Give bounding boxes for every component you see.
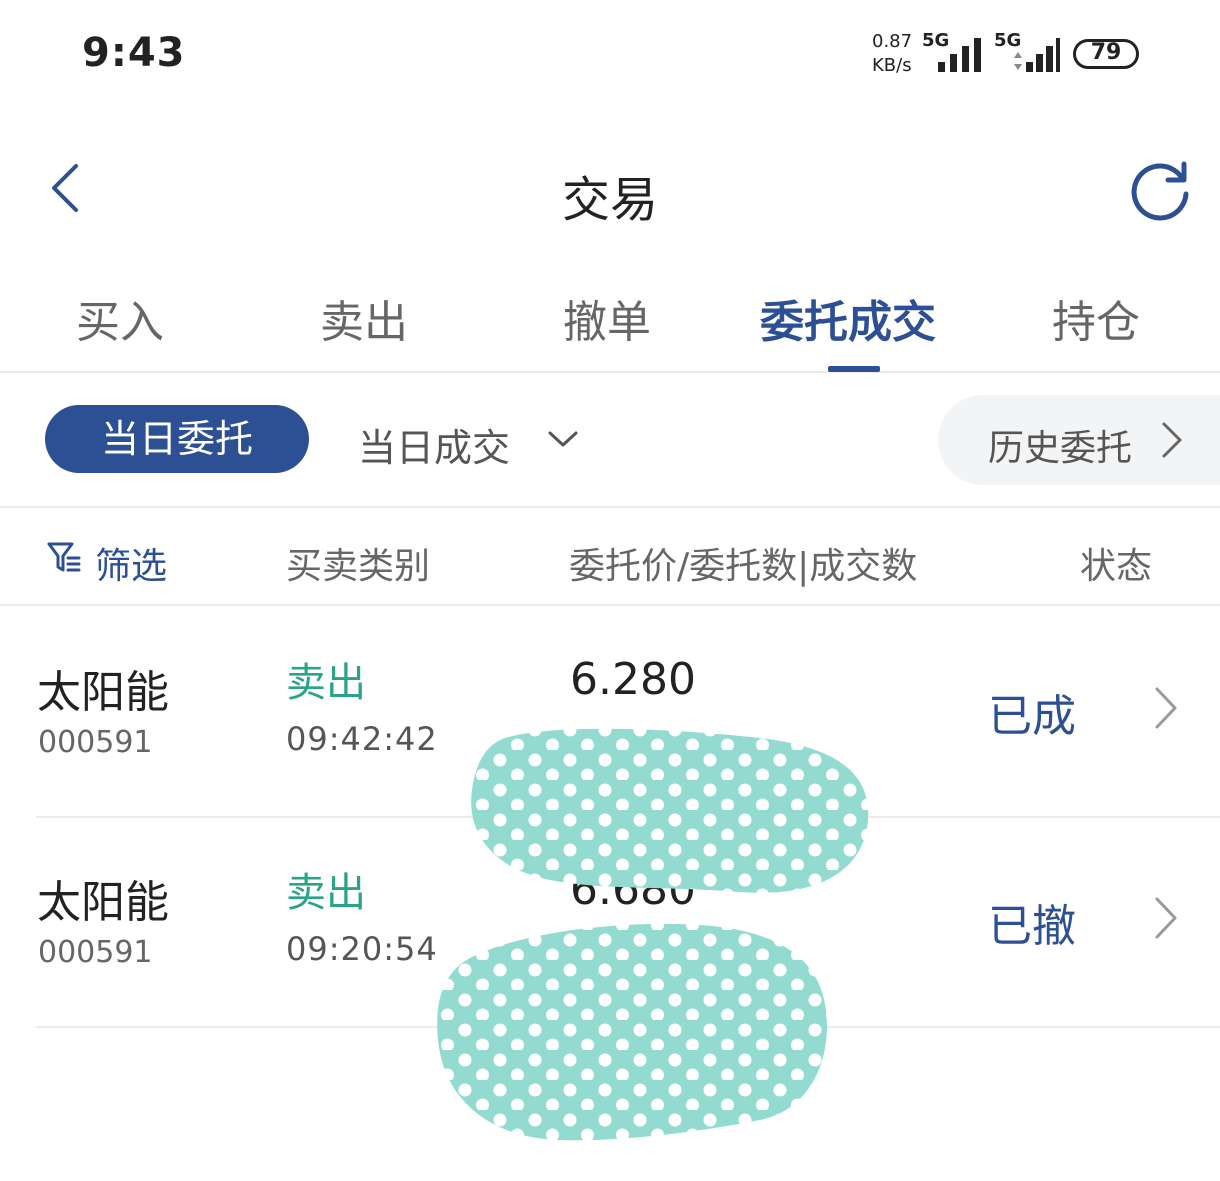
redaction-blob-top [471, 728, 869, 893]
redaction-blob-bottom [437, 923, 827, 1141]
redaction-sticker [437, 728, 869, 1141]
